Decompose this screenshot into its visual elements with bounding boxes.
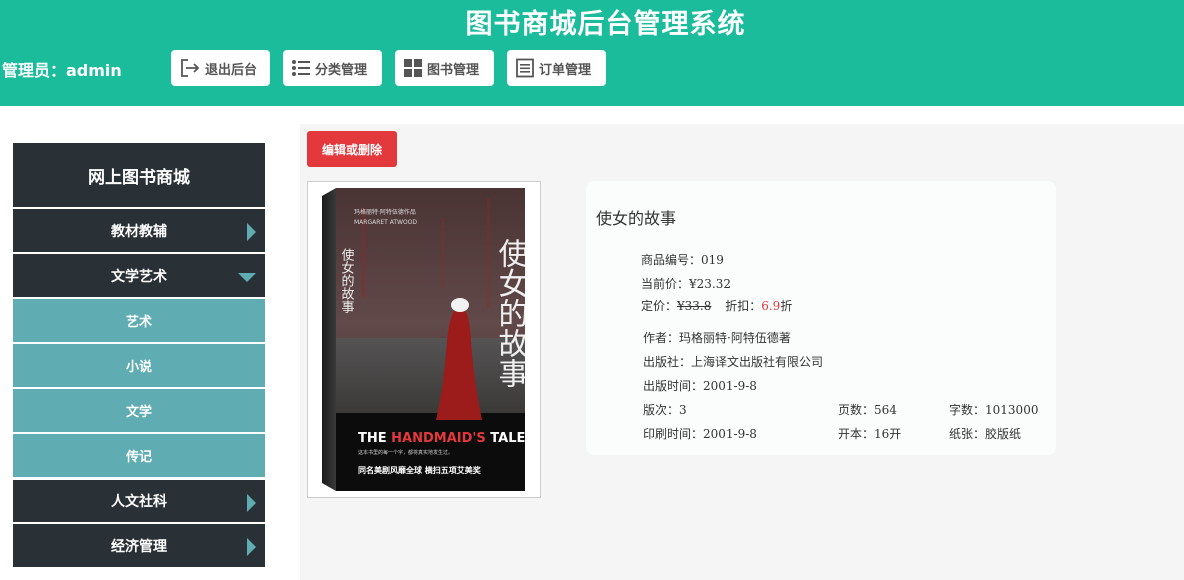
discount-suffix: 折 [780,299,793,313]
current-price-row: 当前价：¥23.32 [641,275,731,292]
cover-en-title-b: HANDMAID'S [391,431,486,446]
words-row: 字数：1013000 [949,401,1038,418]
order-manage-label: 订单管理 [539,62,592,78]
pages-label: 页数： [838,403,875,417]
sidebar-subitem-literature[interactable]: 文学 [13,387,265,432]
discount-value: 6.9 [761,299,781,313]
format-row: 开本：16开 [838,425,901,442]
book-info-card: 使女的故事 商品编号：019 当前价：¥23.32 定价：¥33.8 折扣：6.… [586,181,1056,455]
svg-text:THE HANDMAID'S TALE: THE HANDMAID'S TALE [358,431,525,446]
book-cover-frame: 玛格丽特·阿特伍德作品 MARGARET ATWOOD 使女的故事 使女的故事 … [307,181,541,498]
print-date: 2001-9-8 [703,427,757,441]
sidebar-category-label: 文学艺术 [111,268,167,285]
cover-en-title-a: THE [358,431,391,446]
order-manage-button[interactable]: 订单管理 [507,50,606,86]
pub-date: 2001-9-8 [703,379,757,393]
sidebar-category-label: 经济管理 [111,538,167,555]
paper: 胶版纸 [985,427,1022,441]
pub-date-label: 出版时间： [643,379,704,393]
logout-button[interactable]: 退出后台 [171,50,270,86]
sidebar-subitem-novel[interactable]: 小说 [13,342,265,387]
sidebar-subitem-label: 文学 [125,405,152,420]
sidebar-subitem-label: 艺术 [125,315,152,330]
collapse-arrow-icon [238,273,256,282]
admin-label: 管理员：admin [2,61,122,80]
list-price-row: 定价：¥33.8 折扣：6.9折 [641,297,792,314]
pub-date-row: 出版时间：2001-9-8 [643,377,757,394]
header-bar: 图书商城后台管理系统 管理员：admin 退出后台 分类管理 图书管理 订单管理 [0,0,1184,106]
discount-label: 折扣： [725,299,762,313]
sidebar-category-textbooks[interactable]: 教材教辅 [13,207,265,252]
category-manage-label: 分类管理 [315,62,368,78]
cover-blurb: 这本书里的每一个字，都将真实地发生过。 [358,449,453,456]
category-manage-button[interactable]: 分类管理 [283,50,382,86]
edit-or-delete-button[interactable]: 编辑或删除 [307,131,397,167]
cover-en-title-c: TALE [486,431,525,446]
edition-row: 版次：3 [643,401,687,418]
book-id-label: 商品编号： [641,253,702,267]
sidebar-category-label: 教材教辅 [111,223,167,240]
words: 1013000 [985,403,1039,417]
book-name: 使女的故事 [596,209,677,228]
cover-author-en: MARGARET ATWOOD [354,219,417,226]
print-date-row: 印刷时间：2001-9-8 [643,425,757,442]
document-icon [516,58,534,78]
cover-author-line: 玛格丽特·阿特伍德作品 [354,208,416,216]
sidebar-category-humanities[interactable]: 人文社科 [13,477,265,522]
expand-arrow-icon [247,223,256,241]
format: 16开 [874,427,902,441]
edition-label: 版次： [643,403,680,417]
current-price-label: 当前价： [641,277,690,291]
publisher-row: 出版社：上海译文出版社有限公司 [643,353,823,370]
cover-small-title: 使女的故事 [339,247,355,313]
sidebar-subitem-label: 小说 [125,360,152,375]
logout-button-label: 退出后台 [205,62,258,78]
publisher-label: 出版社： [643,355,692,369]
expand-arrow-icon [247,494,256,512]
author-row: 作者：玛格丽特·阿特伍德著 [643,329,791,346]
sidebar-subitem-art[interactable]: 艺术 [13,297,265,342]
book-id: 019 [701,253,724,267]
logout-icon [181,59,200,77]
page-title: 图书商城后台管理系统 [465,9,746,40]
sidebar-category-literature-art[interactable]: 文学艺术 [13,252,265,297]
book-manage-label: 图书管理 [427,62,480,78]
list-icon [292,60,310,76]
publisher: 上海译文出版社有限公司 [691,355,824,369]
words-label: 字数： [949,403,986,417]
format-label: 开本： [838,427,875,441]
sidebar-category-label: 人文社科 [111,494,167,510]
paper-label: 纸张： [949,427,986,441]
expand-arrow-icon [247,538,256,556]
author-label: 作者： [643,331,680,345]
book-manage-button[interactable]: 图书管理 [395,50,494,86]
pages-row: 页数：564 [838,401,897,418]
sidebar-subitem-biography[interactable]: 传记 [13,432,265,477]
book-id-row: 商品编号：019 [641,251,724,268]
edition: 3 [679,403,687,417]
sidebar: 网上图书商城 教材教辅 文学艺术 艺术 小说 文学 传记 人文社科 经济管理 [13,143,265,567]
sidebar-subitem-label: 传记 [125,450,152,465]
paper-row: 纸张：胶版纸 [949,425,1021,442]
main-content: 编辑或删除 玛格丽特·阿特伍德作品 MARGARET ATWOOD 使女的故事 … [300,124,1184,580]
grid-icon [404,59,422,77]
author: 玛格丽特·阿特伍德著 [679,331,791,345]
book-cover-image: 玛格丽特·阿特伍德作品 MARGARET ATWOOD 使女的故事 使女的故事 … [322,188,525,491]
list-price: ¥33.8 [677,299,712,313]
cover-slogan: 同名美剧风靡全球 横扫五项艾美奖 [358,465,482,475]
sidebar-title: 网上图书商城 [13,143,265,207]
current-price: ¥23.32 [689,277,732,291]
pages: 564 [874,403,897,417]
sidebar-category-economics[interactable]: 经济管理 [13,522,265,567]
print-date-label: 印刷时间： [643,427,704,441]
list-price-label: 定价： [641,299,678,313]
cover-large-title: 使女的故事 [493,238,526,388]
